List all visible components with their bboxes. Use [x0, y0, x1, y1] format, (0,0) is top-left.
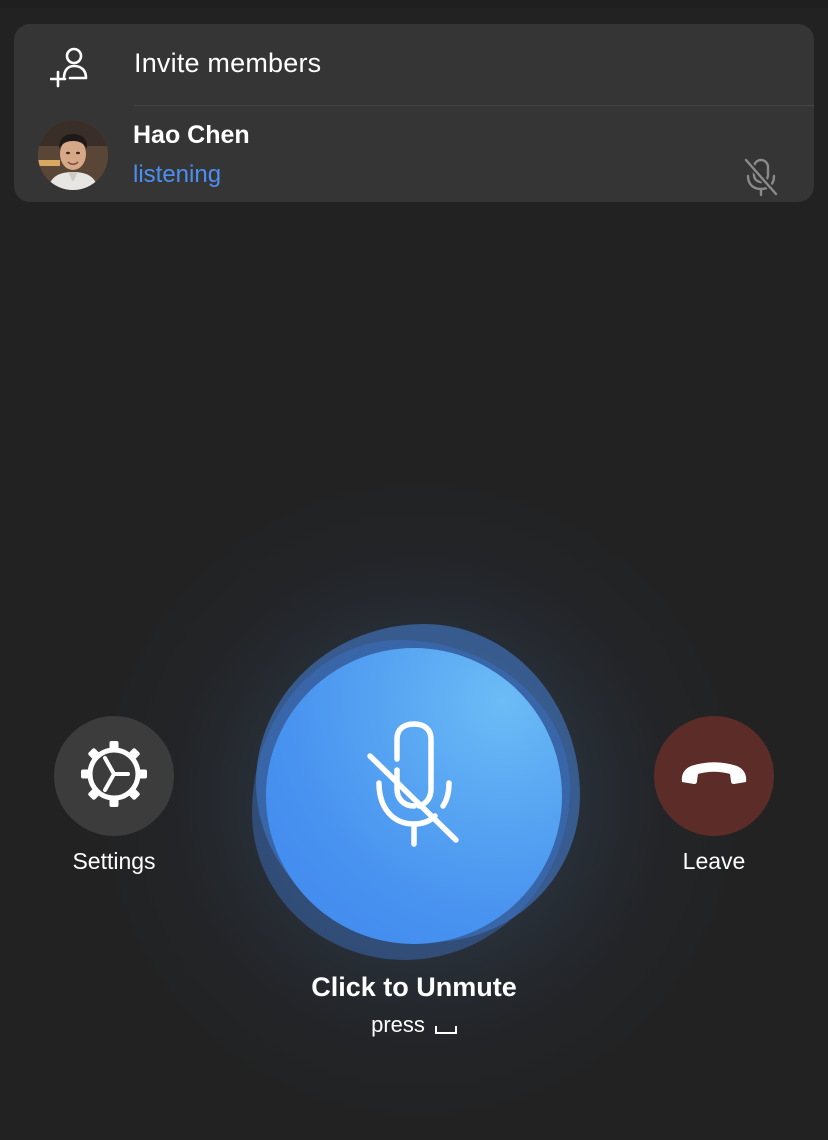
invite-members-button[interactable]: Invite members — [14, 24, 814, 105]
mic-muted-icon — [367, 721, 459, 847]
member-status: listening — [133, 161, 222, 188]
space-key-icon — [434, 1026, 457, 1034]
mic-muted-icon — [743, 158, 779, 197]
add-user-icon — [50, 47, 88, 88]
unmute-button[interactable] — [266, 648, 562, 944]
top-edge — [0, 0, 828, 8]
hint-text: press — [371, 1012, 425, 1037]
member-name: Hao Chen — [133, 121, 250, 149]
settings-label: Settings — [72, 848, 156, 874]
leave-label: Leave — [682, 848, 746, 874]
avatar — [38, 120, 108, 190]
settings-button[interactable] — [54, 716, 174, 836]
avatar-photo — [38, 120, 108, 190]
member-row[interactable]: Hao Chen listening — [14, 106, 814, 202]
unmute-hint: press — [264, 1012, 564, 1038]
gear-icon — [81, 741, 147, 807]
unmute-title: Click to Unmute — [311, 972, 517, 1002]
participants-panel: Invite members Hao Chen listening — [14, 24, 814, 202]
leave-button[interactable] — [654, 716, 774, 836]
invite-members-label: Invite members — [134, 48, 322, 78]
hang-up-phone-icon — [681, 762, 747, 784]
